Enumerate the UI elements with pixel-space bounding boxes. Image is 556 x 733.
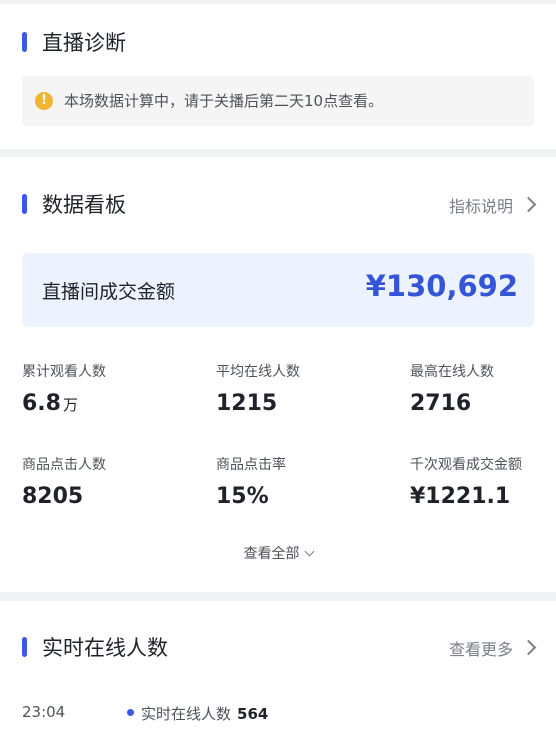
metric-label: 累计观看人数 [22, 364, 106, 380]
realtime-online-card: 实时在线人数 查看更多 23:04 实时在线人数 564 [0, 601, 556, 733]
metric-cumulative-viewers: 累计观看人数 6.8 万 [22, 361, 106, 416]
section-title: 直播诊断 [42, 31, 126, 55]
metric-average-online: 平均在线人数 1215 [216, 361, 300, 416]
chevron-right-icon [520, 639, 537, 656]
metric-explanation-link[interactable]: 指标说明 [448, 193, 537, 217]
section-accent-bar [22, 32, 27, 52]
view-more-link[interactable]: 查看更多 [448, 636, 537, 660]
metric-label: 最高在线人数 [410, 364, 494, 380]
metric-value: 8205 [22, 484, 84, 509]
legend-value: 564 [237, 705, 269, 723]
legend-label: 实时在线人数 [141, 705, 232, 723]
data-dashboard-header: 数据看板 指标说明 [0, 184, 556, 224]
view-all-label: 查看全部 [243, 546, 300, 562]
metric-label: 商品点击人数 [22, 457, 106, 473]
gmv-label: 直播间成交金额 [42, 281, 176, 303]
warning-icon: ! [35, 92, 53, 110]
metric-label: 平均在线人数 [216, 364, 300, 380]
metric-value: 1215 [216, 391, 278, 416]
section-title: 实时在线人数 [42, 636, 168, 660]
metric-value: 6.8 万 [22, 391, 78, 416]
time-label: 23:04 [22, 703, 66, 721]
metric-label: 商品点击率 [216, 457, 286, 473]
live-diagnosis-header: 直播诊断 [0, 22, 556, 62]
live-diagnosis-card: 直播诊断 ! 本场数据计算中，请于关播后第二天10点查看。 [0, 4, 556, 149]
metric-value: ¥1221.1 [410, 484, 511, 509]
view-all-button[interactable]: 查看全部 [0, 543, 556, 563]
notice-text: 本场数据计算中，请于关播后第二天10点查看。 [64, 92, 384, 110]
section-accent-bar [22, 194, 27, 214]
data-dashboard-card: 数据看板 指标说明 直播间成交金额 ¥130,692 累计观看人数 6.8 万 平… [0, 157, 556, 592]
metric-value: 15% [216, 484, 269, 509]
metric-label: 千次观看成交金额 [410, 457, 522, 473]
legend-dot-icon [127, 709, 134, 716]
link-label: 查看更多 [448, 640, 513, 659]
metric-peak-online: 最高在线人数 2716 [410, 361, 494, 416]
section-accent-bar [22, 637, 27, 657]
chevron-right-icon [520, 196, 537, 213]
gmv-panel: 直播间成交金额 ¥130,692 [22, 253, 534, 327]
online-legend: 实时在线人数 564 [141, 703, 268, 724]
metric-gpm: 千次观看成交金额 ¥1221.1 [410, 454, 522, 509]
diagnosis-notice: ! 本场数据计算中，请于关播后第二天10点查看。 [22, 76, 534, 126]
section-title: 数据看板 [42, 193, 126, 217]
chevron-down-icon [304, 546, 314, 557]
metric-unit: 万 [62, 396, 78, 414]
metric-value: 2716 [410, 391, 472, 416]
gmv-value: ¥130,692 [365, 269, 518, 303]
realtime-online-header: 实时在线人数 查看更多 [0, 627, 556, 667]
metric-product-clicks: 商品点击人数 8205 [22, 454, 106, 509]
metric-click-rate: 商品点击率 15% [216, 454, 286, 509]
link-label: 指标说明 [448, 197, 513, 216]
